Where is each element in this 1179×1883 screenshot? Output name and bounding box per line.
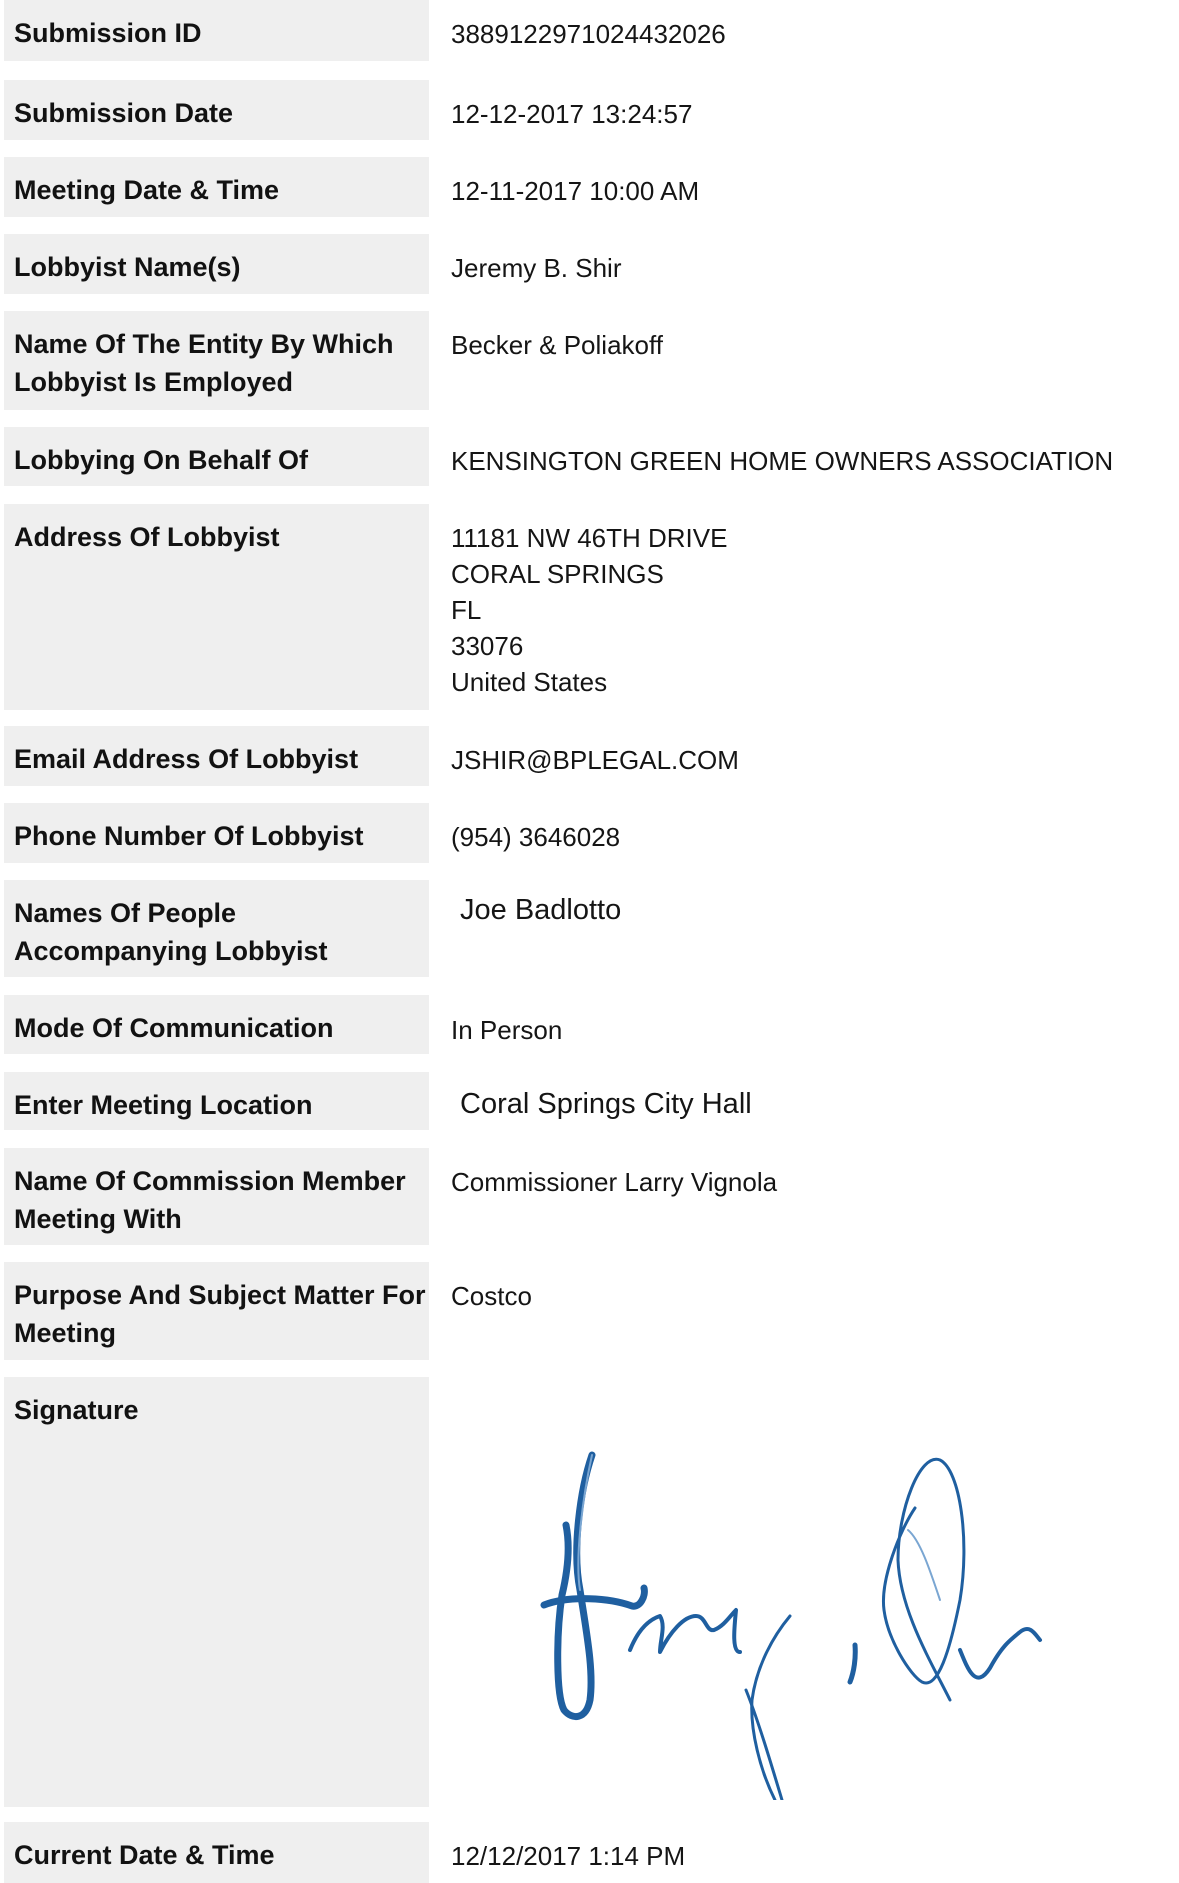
field-value: Coral Springs City Hall <box>460 1088 752 1120</box>
address-country: United States <box>451 667 608 697</box>
field-label: Name Of The Entity By Which Lobbyist Is … <box>4 311 429 410</box>
signature-image <box>520 1420 1179 1800</box>
field-label: Address Of Lobbyist <box>4 504 429 710</box>
field-label: Lobbying On Behalf Of <box>4 427 429 486</box>
field-value: (954) 3646028 <box>451 822 621 852</box>
field-value: Joe Badlotto <box>460 894 622 926</box>
field-label: Submission Date <box>4 80 429 140</box>
address-city: CORAL SPRINGS <box>451 559 664 589</box>
field-label: Mode Of Communication <box>4 995 429 1054</box>
field-value: Jeremy B. Shir <box>451 253 622 283</box>
field-label: Phone Number Of Lobbyist <box>4 803 429 863</box>
field-value: 3889122971024432026 <box>451 19 726 49</box>
field-label: Meeting Date & Time <box>4 157 429 217</box>
address-state: FL <box>451 595 482 625</box>
address-zip: 33076 <box>451 631 524 661</box>
field-label: Email Address Of Lobbyist <box>4 726 429 786</box>
field-label: Purpose And Subject Matter For Meeting <box>4 1262 429 1360</box>
address-value: 11181 NW 46TH DRIVE CORAL SPRINGS FL 330… <box>451 504 727 700</box>
field-value: Becker & Poliakoff <box>451 330 663 360</box>
field-label: Submission ID <box>4 0 429 61</box>
address-street: 11181 NW 46TH DRIVE <box>451 523 728 553</box>
field-label: Signature <box>4 1377 429 1807</box>
field-value: Commissioner Larry Vignola <box>451 1167 778 1197</box>
field-label: Enter Meeting Location <box>4 1072 429 1130</box>
field-label: Lobbyist Name(s) <box>4 234 429 294</box>
field-label: Current Date & Time <box>4 1822 429 1883</box>
field-label: Names Of People Accompanying Lobbyist <box>4 880 429 977</box>
field-value: 12-12-2017 13:24:57 <box>451 99 693 129</box>
field-label: Name Of Commission Member Meeting With <box>4 1148 429 1245</box>
field-value: In Person <box>451 1015 563 1045</box>
field-value: JSHIR@BPLEGAL.COM <box>451 745 739 775</box>
field-value: 12-11-2017 10:00 AM <box>451 176 700 206</box>
field-value: 12/12/2017 1:14 PM <box>451 1841 686 1871</box>
field-value: Costco <box>451 1281 532 1311</box>
field-value: KENSINGTON GREEN HOME OWNERS ASSOCIATION <box>451 446 1114 476</box>
signature-icon <box>540 1451 1042 1800</box>
